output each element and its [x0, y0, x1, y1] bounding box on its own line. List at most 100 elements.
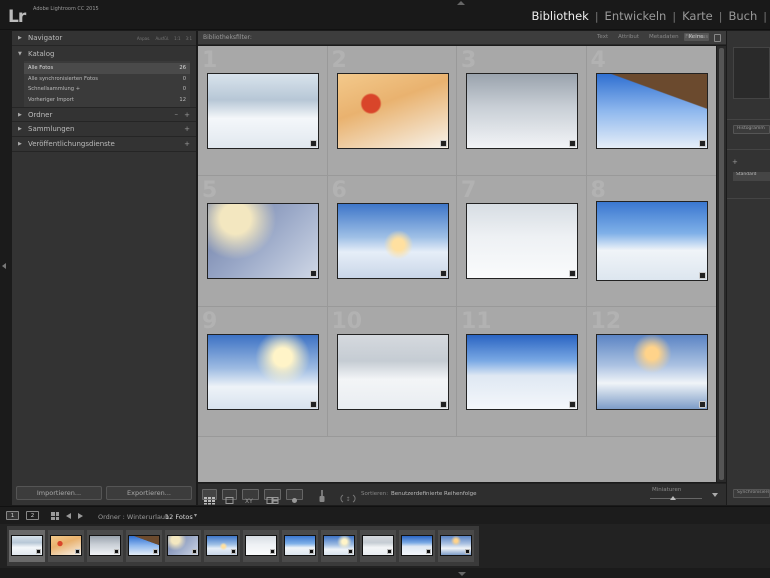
filter-tab-text[interactable]: Text	[592, 33, 613, 41]
zoom-fill[interactable]: Ausfül.	[155, 36, 169, 41]
panel-header-veroeffentlichung[interactable]: ▶ Veröffentlichungsdienste +	[12, 137, 196, 152]
photo-thumbnail[interactable]	[336, 203, 449, 280]
filmstrip-thumbnail[interactable]	[89, 535, 121, 556]
photo-thumbnail[interactable]	[595, 201, 708, 282]
collapse-top-panel-icon[interactable]	[457, 1, 465, 5]
grid-cell[interactable]: 12	[586, 306, 716, 437]
filmstrip-thumbnail[interactable]	[167, 535, 199, 556]
katalog-item-vorheriger-import[interactable]: Vorheriger Import 12	[24, 95, 190, 106]
filmstrip-thumbnail[interactable]	[440, 535, 472, 556]
photo-thumbnail[interactable]	[207, 333, 319, 410]
filmstrip-thumbnail[interactable]	[245, 535, 277, 556]
histogram-button[interactable]: Histogramm	[733, 125, 770, 134]
people-view-icon[interactable]	[286, 489, 303, 503]
back-arrow-icon[interactable]	[66, 513, 71, 519]
filter-preset-select[interactable]: Filter aus	[685, 34, 708, 40]
lock-icon[interactable]	[714, 34, 721, 42]
grid-cell[interactable]: 6	[327, 176, 457, 307]
toolbar-options-chevron-down-icon[interactable]	[712, 493, 718, 497]
filmstrip-cell[interactable]	[9, 530, 45, 562]
filmstrip-thumbnail[interactable]	[323, 535, 355, 556]
grid-cell[interactable]: 8	[586, 176, 716, 307]
panel-header-katalog[interactable]: ▼ Katalog	[12, 46, 196, 61]
filmstrip-cell[interactable]	[126, 530, 162, 562]
filmstrip-cell[interactable]	[399, 530, 435, 562]
remove-folder-icon[interactable]: –	[175, 110, 179, 118]
photo-thumbnail[interactable]	[336, 73, 449, 149]
filmstrip-cell[interactable]	[360, 530, 396, 562]
sort-order-select[interactable]: Benutzerdefinierte Reihenfolge	[391, 491, 477, 497]
photo-thumbnail[interactable]	[595, 73, 708, 149]
filter-tab-attribut[interactable]: Attribut	[613, 33, 644, 41]
grid-view-icon[interactable]	[51, 512, 59, 520]
grid-cell[interactable]: 7	[457, 176, 587, 307]
photo-thumbnail[interactable]	[336, 333, 449, 410]
module-entwickeln[interactable]: Entwickeln	[599, 9, 673, 23]
filmstrip-photo-count[interactable]: 12 Fotos	[165, 513, 193, 521]
filmstrip-thumbnail[interactable]	[401, 535, 433, 556]
katalog-item-synchronisiert[interactable]: Alle synchronisierten Fotos 0	[24, 74, 190, 85]
photo-thumbnail[interactable]	[595, 333, 708, 410]
filmstrip-cell[interactable]	[282, 530, 318, 562]
photo-thumbnail[interactable]	[207, 203, 319, 280]
grid-view-icon[interactable]	[202, 489, 217, 505]
import-button[interactable]: Importieren...	[16, 486, 102, 500]
grid-cell[interactable]: 4	[586, 46, 716, 177]
painter-icon[interactable]	[318, 488, 326, 507]
filmstrip-cell[interactable]	[243, 530, 279, 562]
compare-view-icon[interactable]: XY	[242, 489, 259, 505]
grid-cell[interactable]: 10	[327, 306, 457, 437]
zoom-1-1[interactable]: 1:1	[174, 36, 180, 41]
module-buch[interactable]: Buch	[722, 9, 763, 23]
filmstrip-cell[interactable]	[165, 530, 201, 562]
katalog-item-schnellsammlung[interactable]: Schnellsammlung + 0	[24, 84, 190, 95]
filmstrip-thumbnail[interactable]	[50, 535, 82, 556]
filter-tab-metadaten[interactable]: Metadaten	[644, 33, 684, 41]
filmstrip-cell[interactable]	[87, 530, 123, 562]
grid-cell[interactable]: 3	[457, 46, 587, 177]
photo-thumbnail[interactable]	[466, 73, 578, 149]
module-bibliothek[interactable]: Bibliothek	[525, 9, 594, 23]
zoom-3-1[interactable]: 3:1	[186, 36, 192, 41]
katalog-item-alle-fotos[interactable]: Alle Fotos 26	[24, 63, 190, 74]
filmstrip-thumbnail[interactable]	[284, 535, 316, 556]
add-icon[interactable]: +	[732, 158, 738, 166]
slider-handle[interactable]	[670, 496, 677, 500]
filmstrip-cell[interactable]	[321, 530, 357, 562]
photo-thumbnail[interactable]	[207, 73, 319, 149]
expand-left-panel-icon[interactable]	[2, 263, 6, 269]
module-karte[interactable]: Karte	[676, 9, 719, 23]
filmstrip-cell[interactable]	[438, 530, 474, 562]
scrollbar-thumb[interactable]	[719, 48, 724, 480]
grid-cell[interactable]: 1	[198, 46, 328, 177]
filmstrip-source[interactable]: Ordner : Winterurlaub	[98, 513, 169, 521]
filmstrip-cell[interactable]	[48, 530, 84, 562]
zoom-fit[interactable]: Anpas.	[137, 36, 151, 41]
collapse-bottom-panel-icon[interactable]	[458, 572, 466, 576]
grid-scrollbar[interactable]	[717, 46, 726, 482]
sync-button[interactable]: Synchronisieren	[733, 489, 770, 498]
panel-header-ordner[interactable]: ▶ Ordner – +	[12, 107, 196, 122]
primary-screen-button[interactable]: 1	[6, 511, 19, 520]
filmstrip-thumbnail[interactable]	[11, 535, 43, 556]
preset-select[interactable]: Standard	[733, 172, 770, 181]
filmstrip-thumbnail[interactable]	[128, 535, 160, 556]
filmstrip-thumbnail[interactable]	[206, 535, 238, 556]
filmstrip-cell[interactable]	[204, 530, 240, 562]
photo-thumbnail[interactable]	[466, 333, 578, 410]
panel-header-navigator[interactable]: ▶ Navigator Anpas. Ausfül. 1:1 3:1	[12, 31, 196, 46]
grid-cell[interactable]: 5	[198, 176, 328, 307]
add-folder-icon[interactable]: +	[184, 111, 190, 119]
forward-arrow-icon[interactable]	[78, 513, 83, 519]
grid-cell[interactable]: 2	[327, 46, 457, 177]
secondary-screen-button[interactable]: 2	[26, 511, 39, 520]
filmstrip-thumbnail[interactable]	[362, 535, 394, 556]
grid-cell[interactable]: 11	[457, 306, 587, 437]
loupe-view-icon[interactable]	[222, 489, 237, 504]
grid-cell[interactable]: 9	[198, 306, 328, 437]
add-publish-service-icon[interactable]: +	[184, 140, 190, 148]
survey-view-icon[interactable]	[264, 489, 281, 504]
chevron-down-icon[interactable]: ▾	[194, 512, 197, 519]
add-collection-icon[interactable]: +	[184, 125, 190, 133]
export-button[interactable]: Exportieren...	[106, 486, 192, 500]
